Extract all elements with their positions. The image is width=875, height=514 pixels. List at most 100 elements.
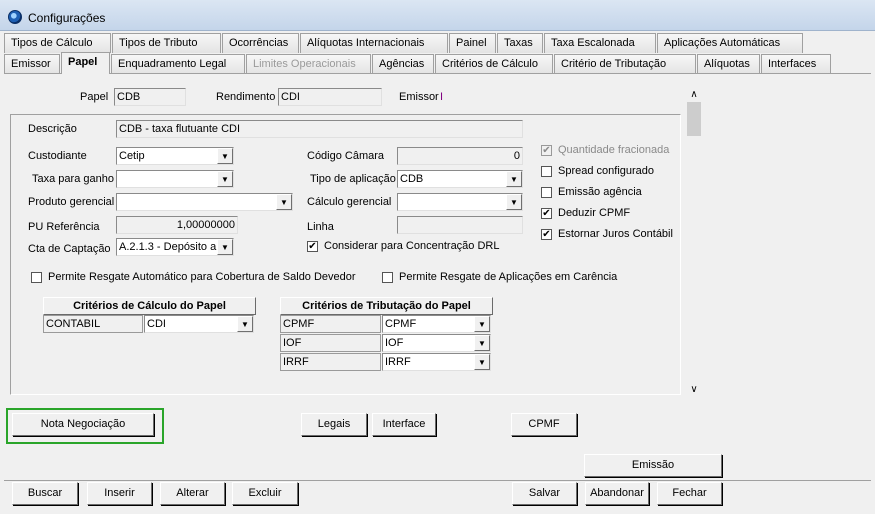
permite-resgate-automatico-label: Permite Resgate Automático para Cobertur… bbox=[48, 271, 356, 283]
fechar-button[interactable]: Fechar bbox=[657, 482, 722, 505]
estornar-juros-checkbox[interactable]: ✔ Estornar Juros Contábil bbox=[541, 227, 673, 243]
buscar-button[interactable]: Buscar bbox=[12, 482, 78, 505]
estornar-juros-label: Estornar Juros Contábil bbox=[558, 228, 673, 240]
tributo-name-cell[interactable]: CPMF bbox=[280, 315, 381, 333]
tab-taxa-escalonada[interactable]: Taxa Escalonada bbox=[544, 33, 656, 53]
chevron-down-icon[interactable]: ▼ bbox=[237, 316, 253, 332]
emissao-button[interactable]: Emissão bbox=[584, 454, 722, 477]
tributo-value: IRRF bbox=[385, 356, 411, 368]
tributo-value: CPMF bbox=[385, 318, 417, 330]
tipo-aplicacao-value: CDB bbox=[400, 173, 424, 185]
criterio-calculo-name-cell[interactable]: CONTABIL bbox=[43, 315, 143, 333]
codigo-camara-field[interactable]: 0 bbox=[397, 147, 523, 165]
spread-configurado-checkbox[interactable]: Spread configurado bbox=[541, 164, 654, 180]
tributo-select[interactable]: IRRF ▼ bbox=[382, 353, 491, 371]
checkbox-icon bbox=[541, 186, 552, 198]
tab-emissor[interactable]: Emissor bbox=[4, 54, 60, 74]
cta-captacao-select[interactable]: A.2.1.3 - Depósito a ▼ bbox=[116, 238, 234, 256]
produto-gerencial-select[interactable]: ▼ bbox=[116, 193, 293, 211]
checkmark-icon: ✔ bbox=[541, 144, 552, 156]
custodiante-label: Custodiante bbox=[28, 150, 87, 162]
tab-limites-operacionais[interactable]: Limites Operacionais bbox=[246, 54, 371, 74]
interface-button[interactable]: Interface bbox=[372, 413, 436, 436]
chevron-down-icon[interactable]: ▼ bbox=[217, 171, 233, 187]
abandonar-button[interactable]: Abandonar bbox=[585, 482, 649, 505]
tab-painel[interactable]: Painel bbox=[449, 33, 496, 53]
deduzir-cpmf-checkbox[interactable]: ✔ Deduzir CPMF bbox=[541, 206, 630, 222]
chevron-down-icon[interactable]: ▼ bbox=[276, 194, 292, 210]
checkbox-icon bbox=[382, 271, 393, 283]
legais-button[interactable]: Legais bbox=[301, 413, 367, 436]
descricao-field[interactable]: CDB - taxa flutuante CDI bbox=[116, 120, 523, 138]
chevron-down-icon[interactable]: ▼ bbox=[474, 354, 490, 370]
tab-aplicacoes-automaticas[interactable]: Aplicações Automáticas bbox=[657, 33, 803, 53]
tab-criterio-de-tributacao[interactable]: Critério de Tributação bbox=[554, 54, 696, 74]
cpmf-button[interactable]: CPMF bbox=[511, 413, 577, 436]
pu-referencia-field[interactable]: 1,00000000 bbox=[116, 216, 238, 234]
spread-configurado-label: Spread configurado bbox=[558, 165, 655, 177]
tab-aliquotas[interactable]: Alíquotas bbox=[697, 54, 760, 74]
alterar-button[interactable]: Alterar bbox=[160, 482, 225, 505]
checkmark-icon: ✔ bbox=[307, 240, 318, 252]
chevron-down-icon[interactable]: ▼ bbox=[217, 148, 233, 164]
considerar-drl-label: Considerar para Concentração DRL bbox=[324, 240, 500, 252]
criterios-calculo-header: Critérios de Cálculo do Papel bbox=[43, 297, 256, 315]
nota-negociacao-button[interactable]: Nota Negociação bbox=[12, 413, 154, 436]
tab-ocorrencias[interactable]: Ocorrências bbox=[222, 33, 299, 53]
linha-label: Linha bbox=[307, 221, 334, 233]
rendimento-label: Rendimento bbox=[216, 91, 276, 103]
scroll-thumb[interactable] bbox=[687, 102, 701, 136]
pu-referencia-label: PU Referência bbox=[28, 221, 100, 233]
emissao-agencia-checkbox[interactable]: Emissão agência bbox=[541, 185, 642, 201]
emissor-value: I bbox=[440, 91, 444, 103]
tab-papel[interactable]: Papel bbox=[61, 52, 110, 74]
tributo-select[interactable]: CPMF ▼ bbox=[382, 315, 491, 333]
chevron-down-icon[interactable]: ▼ bbox=[506, 194, 522, 210]
emissao-agencia-label: Emissão agência bbox=[558, 186, 642, 198]
checkbox-icon bbox=[541, 165, 552, 177]
quantidade-fracionada-checkbox[interactable]: ✔ Quantidade fracionada bbox=[541, 143, 669, 159]
chevron-down-icon[interactable]: ▼ bbox=[506, 171, 522, 187]
taxa-ganho-select[interactable]: ▼ bbox=[116, 170, 234, 188]
criterio-calculo-select[interactable]: CDI ▼ bbox=[144, 315, 254, 333]
emissor-label: Emissor bbox=[399, 91, 439, 103]
chevron-down-icon[interactable]: ▼ bbox=[474, 316, 490, 332]
tab-criterios-de-calculo[interactable]: Critérios de Cálculo bbox=[435, 54, 553, 74]
separator bbox=[4, 480, 871, 481]
tipo-aplicacao-label: Tipo de aplicação bbox=[310, 173, 396, 185]
tab-taxas[interactable]: Taxas bbox=[497, 33, 543, 53]
calculo-gerencial-select[interactable]: ▼ bbox=[397, 193, 523, 211]
tab-tipos-de-calculo[interactable]: Tipos de Cálculo bbox=[4, 33, 111, 53]
permite-resgate-automatico-checkbox[interactable]: Permite Resgate Automático para Cobertur… bbox=[31, 270, 356, 286]
tributo-select[interactable]: IOF ▼ bbox=[382, 334, 491, 352]
custodiante-select[interactable]: Cetip ▼ bbox=[116, 147, 234, 165]
chevron-down-icon[interactable]: ▼ bbox=[217, 239, 233, 255]
tributo-value: IOF bbox=[385, 337, 404, 349]
criterios-tributacao-header: Critérios de Tributação do Papel bbox=[280, 297, 493, 315]
scroll-up-icon[interactable]: ∧ bbox=[686, 88, 702, 102]
title-bar: Configurações bbox=[0, 0, 875, 31]
tab-interfaces[interactable]: Interfaces bbox=[761, 54, 831, 74]
tributo-name-cell[interactable]: IRRF bbox=[280, 353, 381, 371]
tributo-name-cell[interactable]: IOF bbox=[280, 334, 381, 352]
permite-resgate-carencia-checkbox[interactable]: Permite Resgate de Aplicações em Carênci… bbox=[382, 270, 617, 286]
considerar-drl-checkbox[interactable]: ✔ Considerar para Concentração DRL bbox=[307, 239, 499, 255]
permite-resgate-carencia-label: Permite Resgate de Aplicações em Carênci… bbox=[399, 271, 618, 283]
excluir-button[interactable]: Excluir bbox=[232, 482, 298, 505]
tipo-aplicacao-select[interactable]: CDB ▼ bbox=[397, 170, 523, 188]
tab-panel-border bbox=[4, 73, 871, 74]
vertical-scrollbar[interactable]: ∧ ∨ bbox=[686, 88, 702, 397]
linha-field[interactable] bbox=[397, 216, 523, 234]
inserir-button[interactable]: Inserir bbox=[87, 482, 152, 505]
chevron-down-icon[interactable]: ▼ bbox=[474, 335, 490, 351]
rendimento-field[interactable]: CDI bbox=[278, 88, 382, 106]
tab-tipos-de-tributo[interactable]: Tipos de Tributo bbox=[112, 33, 221, 53]
tab-aliquotas-internacionais[interactable]: Alíquotas Internacionais bbox=[300, 33, 448, 53]
papel-field[interactable]: CDB bbox=[114, 88, 186, 106]
calculo-gerencial-label: Cálculo gerencial bbox=[307, 196, 392, 208]
tab-enquadramento-legal[interactable]: Enquadramento Legal bbox=[111, 54, 245, 74]
tab-agencias[interactable]: Agências bbox=[372, 54, 434, 74]
app-icon bbox=[8, 10, 22, 24]
salvar-button[interactable]: Salvar bbox=[512, 482, 577, 505]
scroll-down-icon[interactable]: ∨ bbox=[686, 383, 702, 397]
